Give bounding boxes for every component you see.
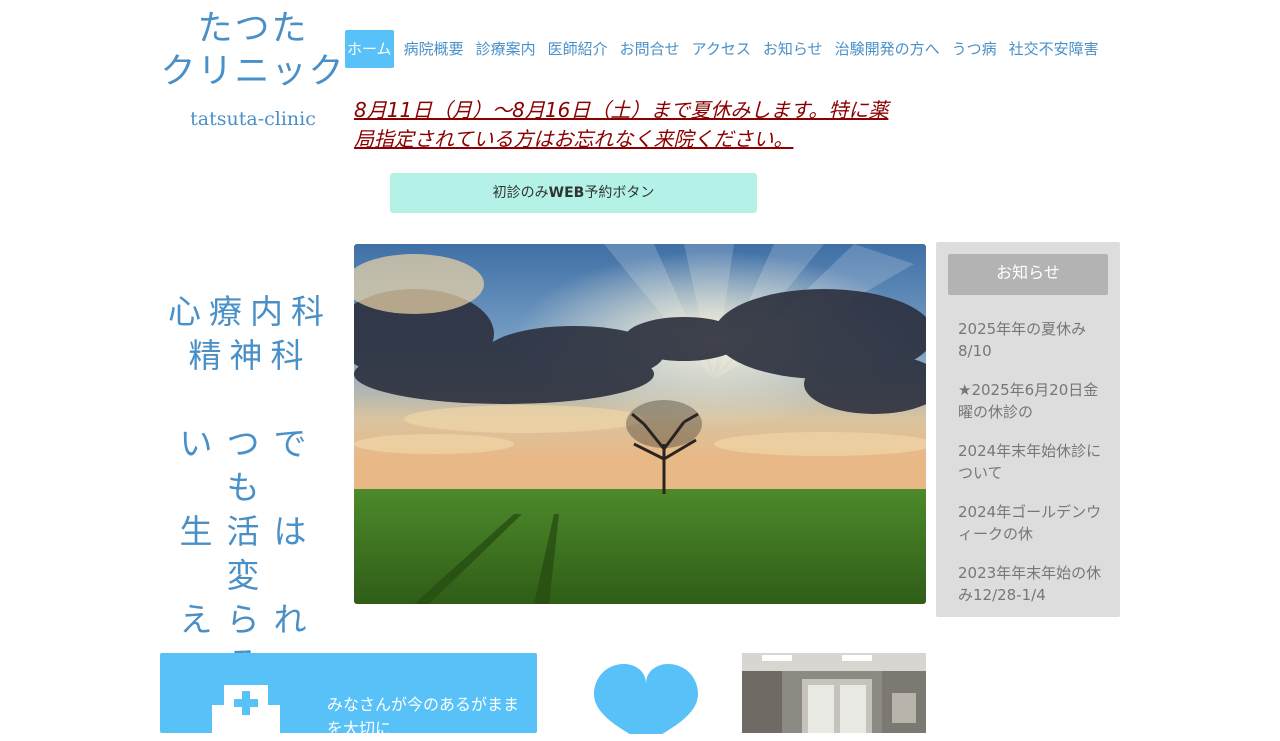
web-reservation-button[interactable]: 初診のみWEB予約ボタン <box>390 173 757 213</box>
reserve-label-suffix: 予約ボタン <box>584 185 655 201</box>
nav-services[interactable]: 診療案内 <box>470 30 542 68</box>
clinic-logo[interactable]: たつた クリニック <box>160 8 346 94</box>
department-tagline: 心療内科 精神科 <box>160 290 340 378</box>
main-nav: ホーム 病院概要 診療案内 医師紹介 お問合せ アクセス お知らせ 治験開発の方… <box>345 30 1105 68</box>
heart-icon <box>594 664 698 734</box>
reserve-label-prefix: 初診のみ <box>492 185 549 201</box>
clinic-interior-photo <box>742 653 926 733</box>
department-line-2: 精神科 <box>188 336 312 375</box>
nav-social-anxiety[interactable]: 社交不安障害 <box>1003 30 1105 68</box>
logo-latin-name: tatsuta-clinic <box>190 108 316 130</box>
reserve-label-bold: WEB <box>548 185 585 201</box>
news-item[interactable]: 2023年年末年始の休み12/28-1/4 <box>958 562 1103 606</box>
hospital-icon <box>212 685 280 741</box>
nav-home[interactable]: ホーム <box>345 30 394 68</box>
logo-line-2: クリニック <box>160 52 346 92</box>
news-item[interactable]: 2024年ゴールデンウィークの休 <box>958 501 1103 545</box>
hero-image <box>354 244 926 604</box>
feature-text: みなさんが今のあるがままを大切に <box>327 695 520 738</box>
news-header: お知らせ <box>948 254 1108 295</box>
feature-card[interactable]: みなさんが今のあるがままを大切に <box>160 653 537 741</box>
holiday-notice[interactable]: 8月11日（月）〜8月16日（土）まで夏休みします。特に薬局指定されている方はお… <box>354 96 894 154</box>
motto-line-2: 生活は変 <box>179 512 321 595</box>
news-item[interactable]: 2025年年の夏休み8/10 <box>958 318 1103 362</box>
news-list: 2025年年の夏休み8/10 ★2025年6月20日金曜の休診の 2024年末年… <box>958 318 1103 623</box>
nav-contact[interactable]: お問合せ <box>614 30 686 68</box>
nav-overview[interactable]: 病院概要 <box>398 30 470 68</box>
motto-tagline: いつでも 生活は変 えられる <box>160 422 340 686</box>
nav-news[interactable]: お知らせ <box>757 30 829 68</box>
news-item[interactable]: ★2025年6月20日金曜の休診の <box>958 379 1103 423</box>
news-sidebar: お知らせ 2025年年の夏休み8/10 ★2025年6月20日金曜の休診の 20… <box>936 242 1120 617</box>
nav-access[interactable]: アクセス <box>686 30 757 68</box>
nav-depression[interactable]: うつ病 <box>946 30 1003 68</box>
motto-line-1: いつでも <box>179 424 321 507</box>
nav-doctors[interactable]: 医師紹介 <box>542 30 614 68</box>
news-item[interactable]: 2024年末年始休診について <box>958 440 1103 484</box>
nav-clinical-trials[interactable]: 治験開発の方へ <box>829 30 946 68</box>
logo-line-1: たつた <box>197 9 309 49</box>
department-line-1: 心療内科 <box>168 292 332 331</box>
